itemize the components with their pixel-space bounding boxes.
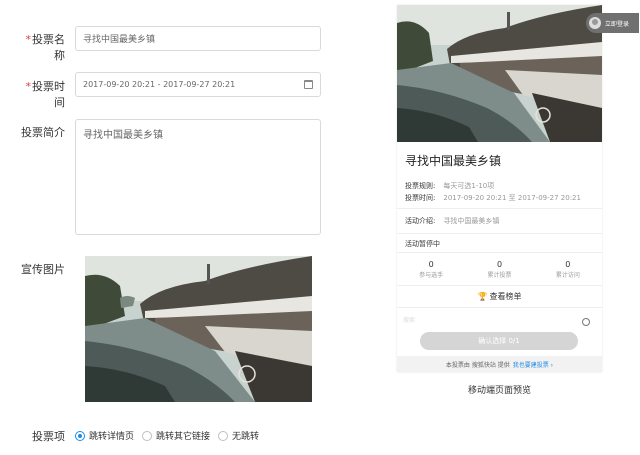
vote-items-label: 投票项 bbox=[32, 430, 65, 443]
vote-time-input[interactable]: 2017-09-20 20:21 - 2017-09-27 20:21 bbox=[75, 72, 321, 97]
water-town-photo bbox=[85, 256, 312, 402]
divider bbox=[397, 285, 602, 286]
divider bbox=[397, 233, 602, 234]
stat-participants: 0 参与选手 bbox=[419, 260, 444, 279]
preview-stats: 0 参与选手 0 累计投票 0 累计访问 bbox=[397, 260, 602, 279]
vote-name-input[interactable]: 寻找中国最美乡镇 bbox=[75, 26, 321, 51]
preview-title: 寻找中国最美乡镇 bbox=[405, 154, 502, 168]
divider bbox=[397, 208, 602, 209]
preview-footer: 本投票由 搜狐快站 提供 我也要建投票 › bbox=[397, 356, 602, 372]
calendar-icon[interactable] bbox=[304, 80, 313, 89]
vote-name-label: *投票名称 bbox=[25, 33, 66, 62]
radio-icon[interactable] bbox=[142, 430, 153, 441]
vote-editor-page: *投票名称 寻找中国最美乡镇 *投票时间 2017-09-20 20:21 - … bbox=[0, 0, 640, 455]
vote-intro-textarea[interactable]: 寻找中国最美乡镇 bbox=[75, 119, 321, 235]
radio-jump-other-link[interactable]: 跳转其它链接 bbox=[142, 429, 210, 442]
promo-image-label: 宣传图片 bbox=[21, 263, 65, 276]
divider bbox=[397, 252, 602, 253]
view-ranking-link[interactable]: 🏆 查看榜单 bbox=[397, 291, 602, 302]
vote-time-label: *投票时间 bbox=[25, 80, 66, 109]
divider bbox=[397, 307, 602, 308]
preview-cover-image bbox=[397, 5, 602, 142]
mobile-preview: 寻找中国最美乡镇 投票规则: 每天可选1-10项 投票时间: 2017-09-20 … bbox=[397, 5, 602, 372]
confirm-selection-button[interactable]: 确认选择 0/1 bbox=[420, 332, 578, 350]
vote-intro-label: 投票简介 bbox=[21, 126, 65, 139]
water-town-photo bbox=[397, 5, 602, 142]
preview-search-input[interactable]: 搜索 bbox=[403, 315, 596, 329]
trophy-icon: 🏆 bbox=[477, 292, 488, 301]
preview-rule: 投票规则: 每天可选1-10项 bbox=[405, 182, 495, 190]
stat-total-visits: 0 累计访问 bbox=[555, 260, 580, 279]
radio-jump-detail[interactable]: 跳转详情页 bbox=[75, 429, 134, 442]
preview-status: 活动暂停中 bbox=[405, 240, 440, 248]
create-vote-link[interactable]: 我也要建投票 › bbox=[513, 360, 553, 369]
radio-icon[interactable] bbox=[75, 430, 85, 441]
promo-image[interactable] bbox=[85, 256, 312, 402]
radio-icon[interactable] bbox=[218, 430, 229, 441]
login-badge[interactable]: 立即登录 bbox=[586, 13, 639, 33]
radio-no-jump[interactable]: 无跳转 bbox=[218, 429, 259, 442]
preview-time: 投票时间: 2017-09-20 20:21 至 2017-09-27 20:21 bbox=[405, 194, 581, 202]
preview-caption: 移动端页面预览 bbox=[467, 386, 531, 396]
jump-option-group: 跳转详情页 跳转其它链接 无跳转 bbox=[75, 429, 267, 442]
stat-total-votes: 0 累计投票 bbox=[487, 260, 512, 279]
avatar bbox=[589, 17, 601, 29]
preview-intro: 活动介绍: 寻找中国最美乡镇 bbox=[405, 217, 500, 225]
search-icon[interactable] bbox=[582, 318, 590, 326]
